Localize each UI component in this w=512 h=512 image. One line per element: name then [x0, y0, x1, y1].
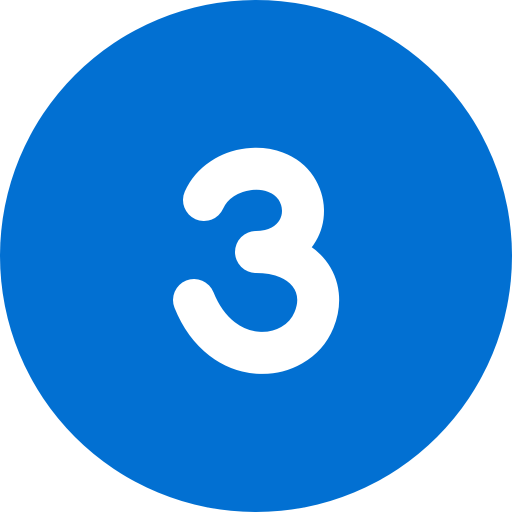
number-three-icon: 3 [173, 147, 340, 374]
digit-three-stroke [173, 147, 340, 374]
number-badge: 3 [0, 0, 512, 512]
